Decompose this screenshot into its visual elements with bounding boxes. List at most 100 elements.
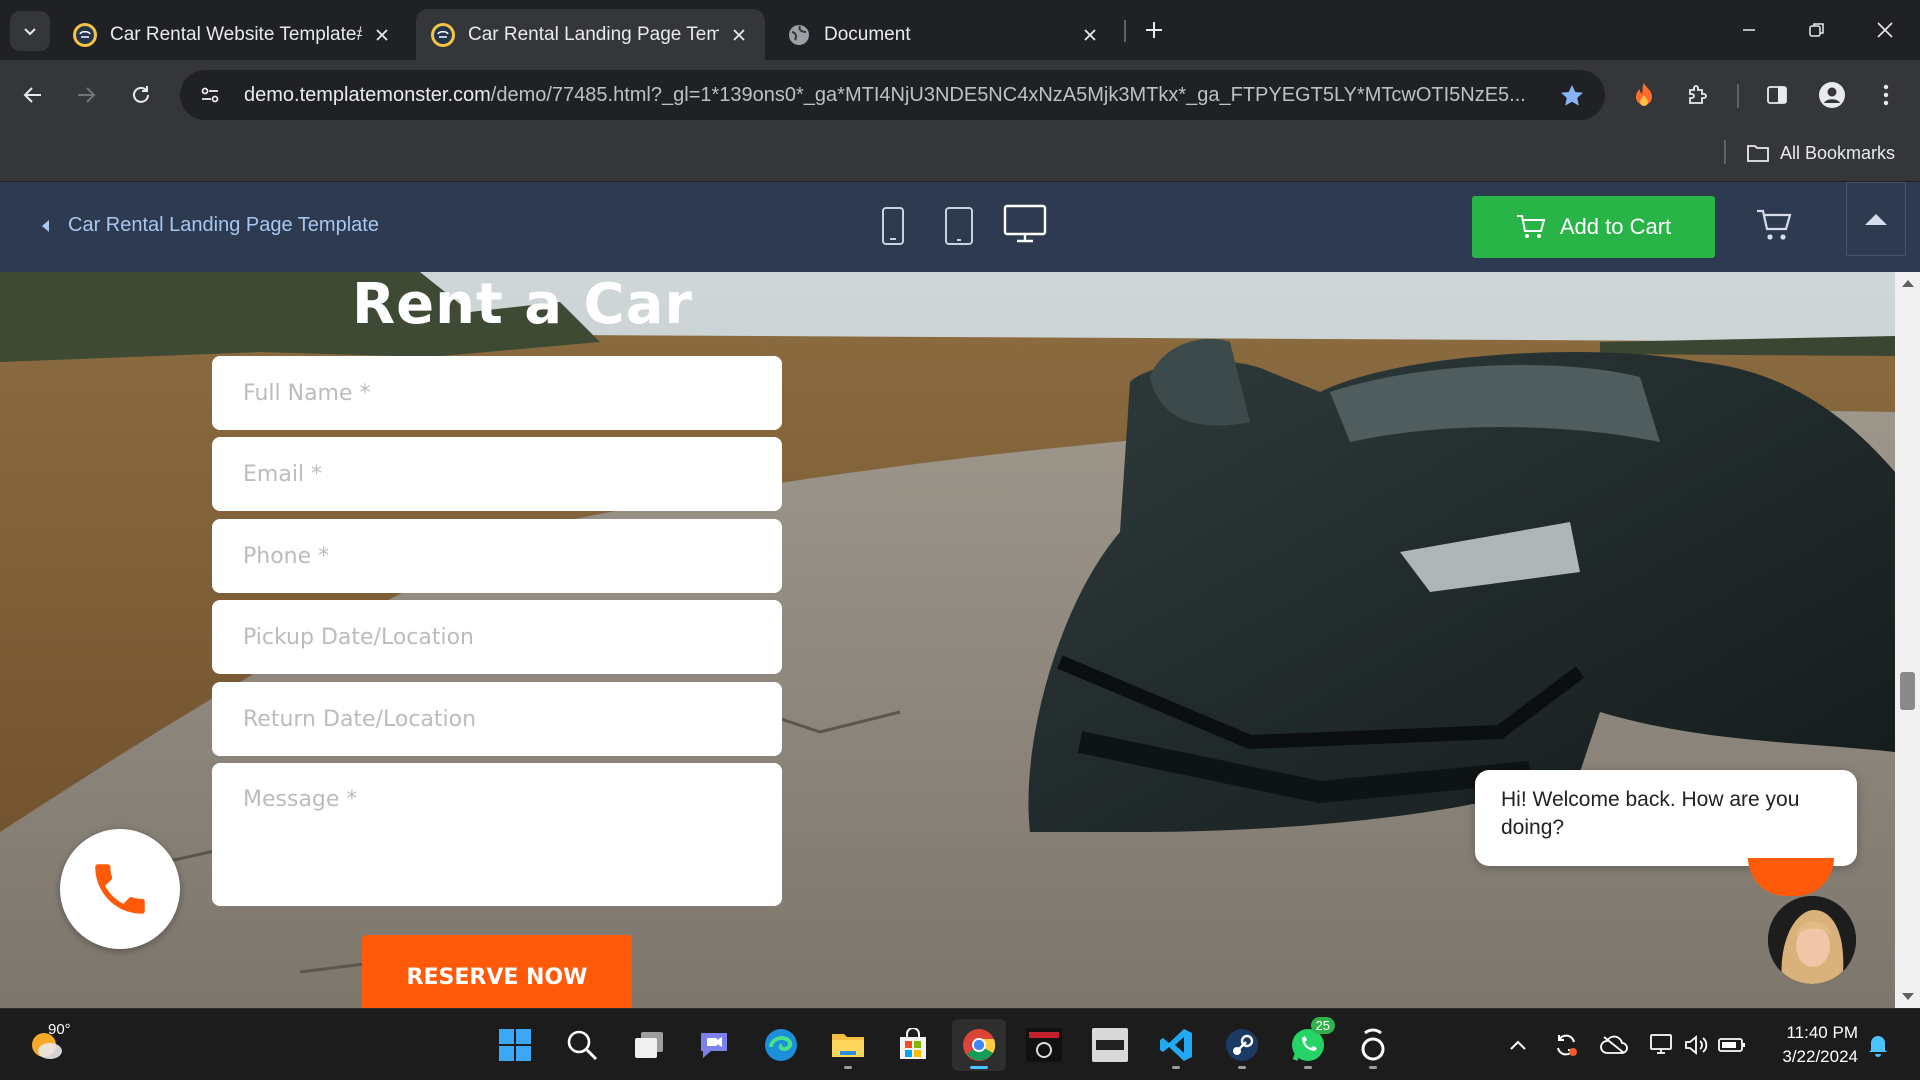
bookmarks-bar: All Bookmarks [0, 130, 1920, 182]
network-tray-icon[interactable] [1646, 1029, 1678, 1061]
return-input[interactable] [212, 682, 782, 756]
new-tab-button[interactable] [1138, 14, 1170, 46]
volume-tray-icon[interactable] [1680, 1029, 1712, 1061]
profile-button[interactable] [1814, 77, 1850, 113]
folder-icon [1747, 145, 1769, 162]
weather-widget[interactable]: 90° [28, 1021, 71, 1063]
full-name-input[interactable] [212, 356, 782, 430]
side-panel-button[interactable] [1759, 77, 1795, 113]
fifa-game-button[interactable] [1083, 1019, 1137, 1071]
chrome-menu-button[interactable] [1868, 77, 1904, 113]
show-hidden-icons-button[interactable] [1502, 1029, 1534, 1061]
temperature: 90° [48, 1021, 71, 1038]
close-tab-icon[interactable] [370, 23, 394, 47]
reserve-now-button[interactable]: RESERVE NOW [362, 935, 632, 1008]
more-vert-icon [1883, 84, 1889, 106]
email-input[interactable] [212, 437, 782, 511]
onedrive-tray-icon[interactable] [1598, 1029, 1630, 1061]
url-text[interactable]: demo.templatemonster.com/demo/77485.html… [244, 84, 1549, 107]
steam-button[interactable] [1215, 1019, 1269, 1071]
add-to-cart-button[interactable]: Add to Cart [1472, 196, 1715, 258]
extensions-button[interactable] [1680, 77, 1716, 113]
close-window-button[interactable] [1860, 10, 1910, 50]
ring-app-icon [1361, 1028, 1385, 1061]
plus-icon [1146, 22, 1162, 38]
close-icon [1877, 22, 1893, 38]
phone-input[interactable] [212, 519, 782, 593]
close-tab-icon[interactable] [1078, 23, 1102, 47]
notifications-button[interactable] [1862, 1029, 1894, 1061]
search-icon [567, 1030, 598, 1061]
all-bookmarks-button[interactable]: All Bookmarks [1746, 138, 1895, 168]
forward-button[interactable] [68, 77, 104, 113]
address-bar[interactable]: demo.templatemonster.com/demo/77485.html… [180, 70, 1605, 120]
extension-fire-button[interactable] [1626, 77, 1662, 113]
tab-title: Car Rental Landing Page Templa [468, 23, 719, 45]
all-bookmarks-label: All Bookmarks [1780, 142, 1896, 163]
scroll-up-arrow[interactable] [1902, 280, 1914, 287]
vscode-button[interactable] [1149, 1019, 1203, 1071]
agent-photo-icon [1768, 896, 1856, 984]
bookmark-star-icon[interactable] [1559, 83, 1585, 109]
profile-icon [1819, 82, 1845, 108]
landing-page-hero: Rent a Car RESERVE NOW Hi! Welcome back.… [0, 272, 1895, 1008]
minimize-button[interactable] [1724, 10, 1774, 50]
puzzle-icon [1689, 85, 1707, 104]
chat-welcome-bubble[interactable]: Hi! Welcome back. How are you doing? [1475, 770, 1857, 866]
back-to-template-link[interactable]: Car Rental Landing Page Template [42, 214, 379, 237]
restore-button[interactable] [1792, 10, 1842, 50]
start-button[interactable] [488, 1019, 542, 1071]
message-textarea[interactable] [212, 763, 782, 906]
reload-button[interactable] [123, 77, 159, 113]
restore-icon [1809, 23, 1824, 37]
desktop-view-button[interactable] [1002, 202, 1048, 246]
edge-button[interactable] [754, 1019, 808, 1071]
pes-game-button[interactable] [1017, 1019, 1071, 1071]
tab-document[interactable]: Document [772, 9, 1116, 60]
cloud-icon [1600, 1035, 1628, 1054]
system-clock[interactable]: 11:40 PM 3/22/2024 [1766, 1021, 1858, 1069]
chrome-button[interactable] [952, 1019, 1006, 1071]
cart-icon[interactable] [1756, 208, 1792, 242]
network-icon [1650, 1034, 1672, 1054]
tab-car-rental-landing[interactable]: Car Rental Landing Page Templa [416, 9, 765, 60]
ring-app-button[interactable] [1346, 1019, 1400, 1071]
back-button[interactable] [15, 77, 51, 113]
battery-tray-icon[interactable] [1716, 1029, 1748, 1061]
tab-search-button[interactable] [10, 11, 50, 51]
store-icon [900, 1028, 926, 1059]
clock-date: 3/22/2024 [1782, 1047, 1858, 1066]
game-pes-icon [1026, 1028, 1062, 1062]
chat-agent-avatar[interactable] [1768, 896, 1856, 984]
task-view-button[interactable] [622, 1019, 676, 1071]
tablet-view-button[interactable] [942, 204, 976, 248]
game-fifa-icon [1092, 1028, 1128, 1062]
scrollbar-thumb[interactable] [1900, 672, 1915, 710]
site-info-button[interactable] [188, 73, 232, 117]
tab-title: Car Rental Website Template#5 [110, 23, 362, 45]
mobile-view-button[interactable] [878, 204, 908, 248]
steam-icon [1226, 1029, 1258, 1061]
close-tab-icon[interactable] [727, 23, 751, 47]
tune-icon [201, 87, 219, 103]
microsoft-store-button[interactable] [886, 1019, 940, 1071]
page-scrollbar[interactable] [1895, 272, 1920, 1008]
collapse-bar-button[interactable] [1846, 182, 1906, 256]
call-button[interactable] [60, 829, 180, 949]
fire-icon [1636, 83, 1652, 106]
smartphone-icon [882, 207, 904, 245]
search-button[interactable] [555, 1019, 609, 1071]
clock-time: 11:40 PM [1786, 1023, 1858, 1042]
sync-tray-icon[interactable] [1550, 1029, 1582, 1061]
file-explorer-button[interactable] [821, 1019, 875, 1071]
teams-chat-button[interactable] [687, 1019, 741, 1071]
scroll-down-arrow[interactable] [1902, 993, 1914, 1000]
windows-icon [499, 1029, 531, 1061]
caret-up-icon [1865, 214, 1887, 225]
tab-car-rental-website[interactable]: Car Rental Website Template#5 [58, 9, 408, 60]
shopping-cart-icon [1516, 215, 1546, 238]
pickup-input[interactable] [212, 600, 782, 674]
whatsapp-button[interactable]: 25 [1281, 1017, 1335, 1071]
bookmarks-divider [1724, 140, 1726, 164]
running-indicator [970, 1066, 988, 1069]
